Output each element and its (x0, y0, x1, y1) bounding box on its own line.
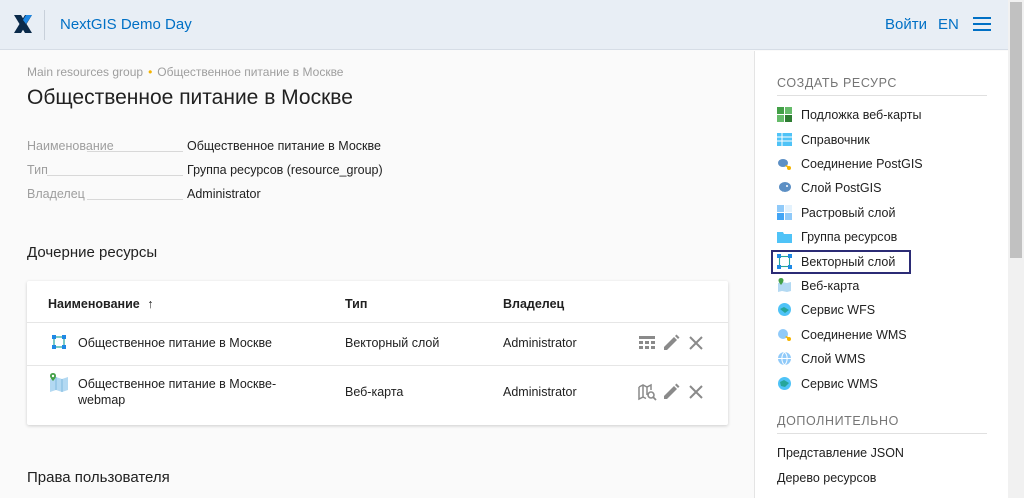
create-webmap[interactable]: Веб-карта (777, 275, 987, 297)
resource-name-link-continued[interactable]: webmap (78, 393, 125, 407)
resource-group-icon (777, 232, 792, 243)
wms-connection-icon (778, 329, 791, 341)
resource-name-link[interactable]: Общественное питание в Москве- (78, 377, 276, 391)
create-postgis-layer[interactable]: Слой PostGIS (777, 177, 987, 199)
sidebar-item-label: Слой WMS (801, 352, 866, 366)
basemap-icon (777, 107, 792, 122)
children-section-title: Дочерние ресурсы (27, 244, 158, 261)
top-header: NextGIS Demo Day Войти EN (0, 0, 1008, 50)
main-content: Main resources group • Общественное питани… (0, 51, 754, 498)
site-title[interactable]: NextGIS Demo Day (60, 16, 192, 33)
sidebar-item-label: Растровый слой (801, 206, 896, 220)
wfs-service-icon (778, 303, 791, 316)
property-leader (87, 151, 183, 152)
edit-pencil-icon[interactable] (661, 382, 681, 402)
breadcrumb-current[interactable]: Общественное питание в Москве (157, 65, 343, 79)
create-resource-group[interactable]: Группа ресурсов (777, 226, 987, 248)
delete-close-icon[interactable] (686, 382, 706, 402)
login-link[interactable]: Войти (885, 16, 927, 33)
postgis-connection-icon (778, 159, 791, 170)
create-wfs-service[interactable]: Сервис WFS (777, 299, 987, 321)
children-table: Наименование ↑ Тип Владелец Общественное… (27, 281, 728, 425)
create-resource-heading: СОЗДАТЬ РЕСУРС (777, 76, 898, 90)
permissions-section-title: Права пользователя (27, 469, 170, 486)
table-view-icon[interactable] (637, 333, 657, 353)
hamburger-menu-icon[interactable] (973, 17, 991, 31)
json-view-link[interactable]: Представление JSON (777, 446, 904, 460)
selected-item-highlight (771, 250, 911, 274)
wms-layer-icon (778, 351, 791, 366)
sort-ascending-icon[interactable]: ↑ (147, 297, 153, 311)
vector-layer-icon (52, 335, 66, 349)
create-lookup-table[interactable]: Справочник (777, 129, 987, 151)
create-wms-connection[interactable]: Соединение WMS (777, 324, 987, 346)
create-raster-layer[interactable]: Растровый слой (777, 202, 987, 224)
additional-heading: ДОПОЛНИТЕЛЬНО (777, 414, 899, 428)
property-value: Administrator (187, 187, 261, 201)
resource-owner: Administrator (503, 385, 577, 399)
property-label: Владелец (27, 187, 85, 201)
resource-type: Векторный слой (345, 336, 440, 350)
row-divider (27, 365, 728, 366)
sidebar-item-label: Сервис WFS (801, 303, 876, 317)
sidebar-item-label: Сервис WMS (801, 377, 878, 391)
sidebar-item-label: Соединение WMS (801, 328, 907, 342)
breadcrumb-separator: • (148, 65, 153, 79)
sidebar-item-label: Слой PostGIS (801, 181, 882, 195)
nextgis-logo-icon[interactable] (12, 13, 34, 35)
edit-pencil-icon[interactable] (661, 333, 681, 353)
resource-tree-link[interactable]: Дерево ресурсов (777, 471, 876, 485)
sidebar-item-label: Подложка веб-карты (801, 108, 922, 122)
heading-divider (777, 433, 987, 434)
resource-owner: Administrator (503, 336, 577, 350)
resource-type: Веб-карта (345, 385, 404, 399)
raster-layer-icon (777, 205, 792, 220)
webmap-icon (778, 278, 791, 292)
webmap-icon (50, 373, 68, 392)
column-header-name[interactable]: Наименование ↑ (48, 297, 153, 311)
create-postgis-connection[interactable]: Соединение PostGIS (777, 153, 987, 175)
sidebar-item-label: Соединение PostGIS (801, 157, 923, 171)
actions-sidebar: СОЗДАТЬ РЕСУРС Подложка веб-карты Справо… (754, 51, 1008, 498)
sidebar-item-label: Веб-карта (801, 279, 860, 293)
header-divider (44, 10, 45, 40)
scrollbar-thumb[interactable] (1010, 2, 1022, 258)
column-header-owner[interactable]: Владелец (503, 297, 564, 311)
delete-close-icon[interactable] (686, 333, 706, 353)
breadcrumb: Main resources group • Общественное питани… (27, 65, 343, 79)
lookup-table-icon (777, 133, 792, 146)
create-wms-layer[interactable]: Слой WMS (777, 348, 987, 370)
heading-divider (777, 95, 987, 96)
wms-service-icon (778, 377, 791, 390)
property-leader (47, 175, 183, 176)
column-header-type[interactable]: Тип (345, 297, 367, 311)
row-divider (27, 322, 728, 323)
map-search-icon[interactable] (637, 382, 657, 402)
property-label: Тип (27, 163, 48, 177)
breadcrumb-parent[interactable]: Main resources group (27, 65, 143, 79)
create-wms-service[interactable]: Сервис WMS (777, 373, 987, 395)
language-switch[interactable]: EN (938, 16, 959, 33)
resource-name-link[interactable]: Общественное питание в Москве (78, 336, 272, 350)
sidebar-item-label: Группа ресурсов (801, 230, 898, 244)
create-basemap[interactable]: Подложка веб-карты (777, 104, 987, 126)
page-title: Общественное питание в Москве (27, 86, 353, 109)
property-value: Общественное питание в Москве (187, 139, 381, 153)
property-value: Группа ресурсов (resource_group) (187, 163, 383, 177)
postgis-layer-icon (779, 182, 791, 192)
property-leader (87, 199, 183, 200)
sidebar-item-label: Справочник (801, 133, 870, 147)
